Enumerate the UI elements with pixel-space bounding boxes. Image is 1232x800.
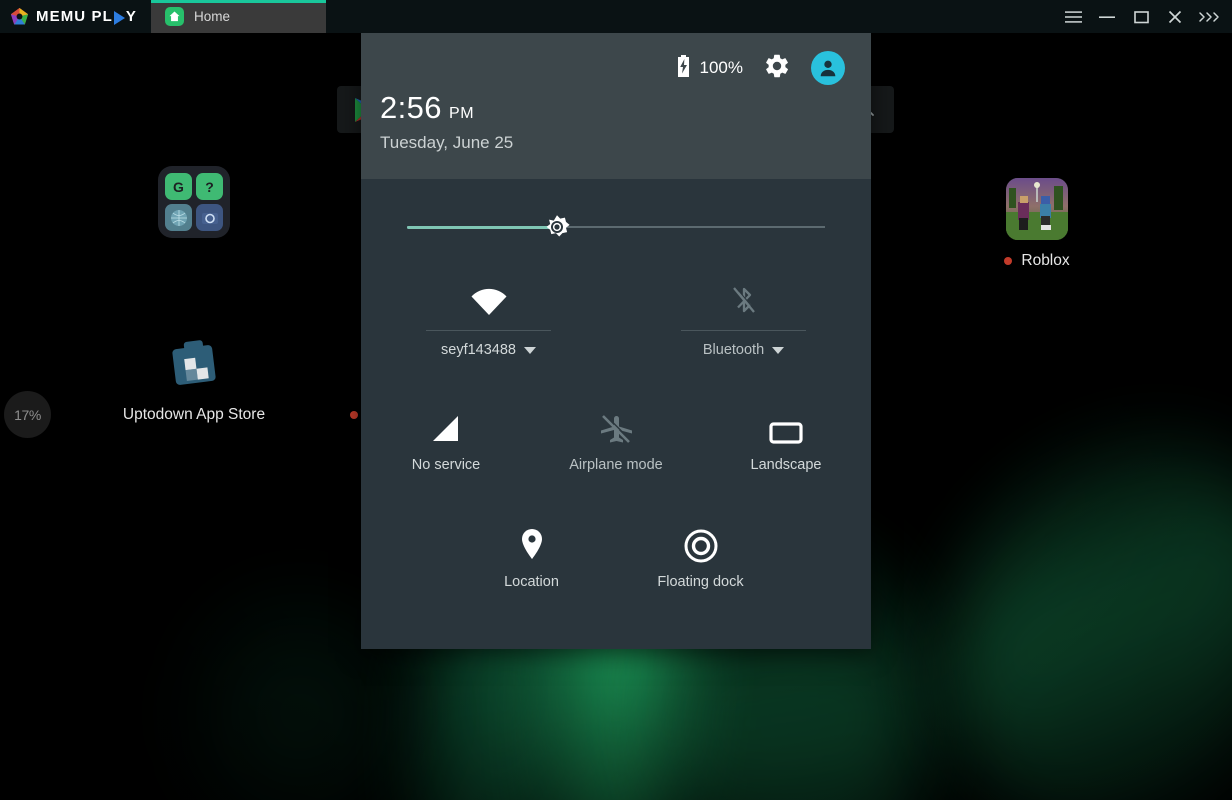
brightness-fill: [407, 226, 558, 229]
floating-dock-icon: [684, 517, 718, 563]
app-uptodown[interactable]: Uptodown App Store: [99, 328, 289, 424]
clock-date: Tuesday, June 25: [380, 133, 514, 152]
airplane-mode-tile[interactable]: Airplane mode: [531, 400, 701, 473]
home-icon: [164, 7, 184, 26]
brand-text-left: MEMU PL: [36, 8, 113, 25]
bluetooth-tile[interactable]: Bluetooth: [616, 271, 871, 358]
uptodown-icon[interactable]: [161, 328, 227, 394]
bluetooth-off-icon: [727, 271, 761, 317]
download-progress-label: 17%: [14, 406, 41, 423]
wifi-label: seyf143488: [441, 342, 516, 358]
brightness-slider[interactable]: [407, 205, 825, 249]
chevron-down-icon[interactable]: [523, 346, 536, 354]
app-brand: MEMU PL Y: [0, 0, 151, 33]
gear-icon[interactable]: [763, 52, 791, 85]
memu-play-window: G ? Uptodown App Store Roblox 17% 100% 2…: [0, 0, 1232, 800]
connectivity-tile-row: seyf143488 Bluetooth: [361, 271, 871, 358]
wifi-label-row[interactable]: seyf143488: [441, 342, 536, 358]
landscape-tile[interactable]: Landscape: [701, 400, 871, 473]
wifi-icon: [469, 271, 509, 317]
cellular-label: No service: [411, 457, 481, 473]
quick-settings-body: seyf143488 Bluetooth No service Airplane…: [361, 179, 871, 649]
floating-dock-tile[interactable]: Floating dock: [616, 517, 785, 590]
signal-icon: [429, 400, 463, 446]
help-icon: ?: [196, 173, 223, 200]
app-folder[interactable]: G ?: [99, 166, 289, 238]
download-progress-circle: 17%: [4, 391, 51, 438]
landscape-label: Landscape: [750, 457, 822, 473]
tile-row-two: No service Airplane mode Landscape: [361, 400, 871, 473]
title-bar: MEMU PL Y Home: [0, 0, 1232, 33]
brand-triangle-a-icon: [113, 10, 125, 25]
clock-meridiem: PM: [448, 105, 475, 122]
app-roblox[interactable]: Roblox: [942, 178, 1132, 270]
cellular-tile[interactable]: No service: [361, 400, 531, 473]
quick-settings-clock[interactable]: 2:56 PM Tuesday, June 25: [380, 90, 513, 153]
app-label: Uptodown App Store: [122, 406, 266, 423]
battery-charging-icon: [676, 54, 691, 82]
expand-sidebar-button[interactable]: [1192, 0, 1226, 33]
new-dot-icon: [1004, 257, 1013, 265]
browser-icon: [165, 204, 192, 231]
brightness-icon[interactable]: [539, 209, 575, 245]
airplane-off-icon: [598, 400, 634, 446]
airplane-mode-label: Airplane mode: [569, 457, 663, 473]
brand-text-right: Y: [125, 8, 137, 25]
tab-label: Home: [193, 9, 230, 24]
location-pin-icon: [518, 517, 546, 563]
google-icon: G: [165, 173, 192, 200]
tab-strip: Home: [150, 0, 326, 33]
minimize-button[interactable]: [1090, 0, 1124, 33]
app-label: Roblox: [1021, 252, 1070, 269]
chevron-down-icon[interactable]: [772, 346, 785, 354]
floating-dock-label: Floating dock: [657, 574, 744, 590]
quick-settings-panel[interactable]: 100% 2:56 PM Tuesday, June 25 seyf143488…: [361, 27, 871, 649]
new-dot-icon: [350, 411, 359, 419]
roblox-icon[interactable]: [1006, 178, 1068, 240]
clock-time-row: 2:56 PM: [380, 90, 513, 126]
tile-divider: [426, 330, 551, 331]
screen-rotation-icon: [768, 400, 804, 446]
aurora-band: [884, 381, 1232, 800]
tile-divider: [681, 330, 806, 331]
maximize-button[interactable]: [1124, 0, 1158, 33]
location-tile[interactable]: Location: [447, 517, 616, 590]
bluetooth-label: Bluetooth: [702, 342, 765, 358]
location-label: Location: [504, 574, 559, 590]
download-progress-indicator[interactable]: 17%: [4, 391, 51, 438]
user-avatar-icon[interactable]: [811, 51, 845, 85]
app-label-row: Roblox: [1004, 252, 1070, 270]
wifi-tile[interactable]: seyf143488: [361, 271, 616, 358]
clock-time: 2:56: [380, 90, 442, 125]
battery-percent-label: 100%: [699, 58, 743, 77]
tab-home[interactable]: Home: [150, 0, 326, 33]
close-button[interactable]: [1158, 0, 1192, 33]
quick-settings-header: 100% 2:56 PM Tuesday, June 25: [361, 27, 871, 179]
bluetooth-label-row[interactable]: Bluetooth: [702, 342, 785, 358]
quick-settings-status-row: 100%: [676, 51, 845, 85]
folder-tile[interactable]: G ?: [158, 166, 230, 238]
camera-icon: [196, 204, 223, 231]
memu-logo-icon: [10, 7, 29, 26]
window-controls: [1056, 0, 1232, 33]
menu-button[interactable]: [1056, 0, 1090, 33]
tile-row-three: Location Floating dock: [361, 517, 871, 590]
battery-status: 100%: [676, 54, 743, 82]
app-brand-text: MEMU PL Y: [36, 8, 137, 25]
